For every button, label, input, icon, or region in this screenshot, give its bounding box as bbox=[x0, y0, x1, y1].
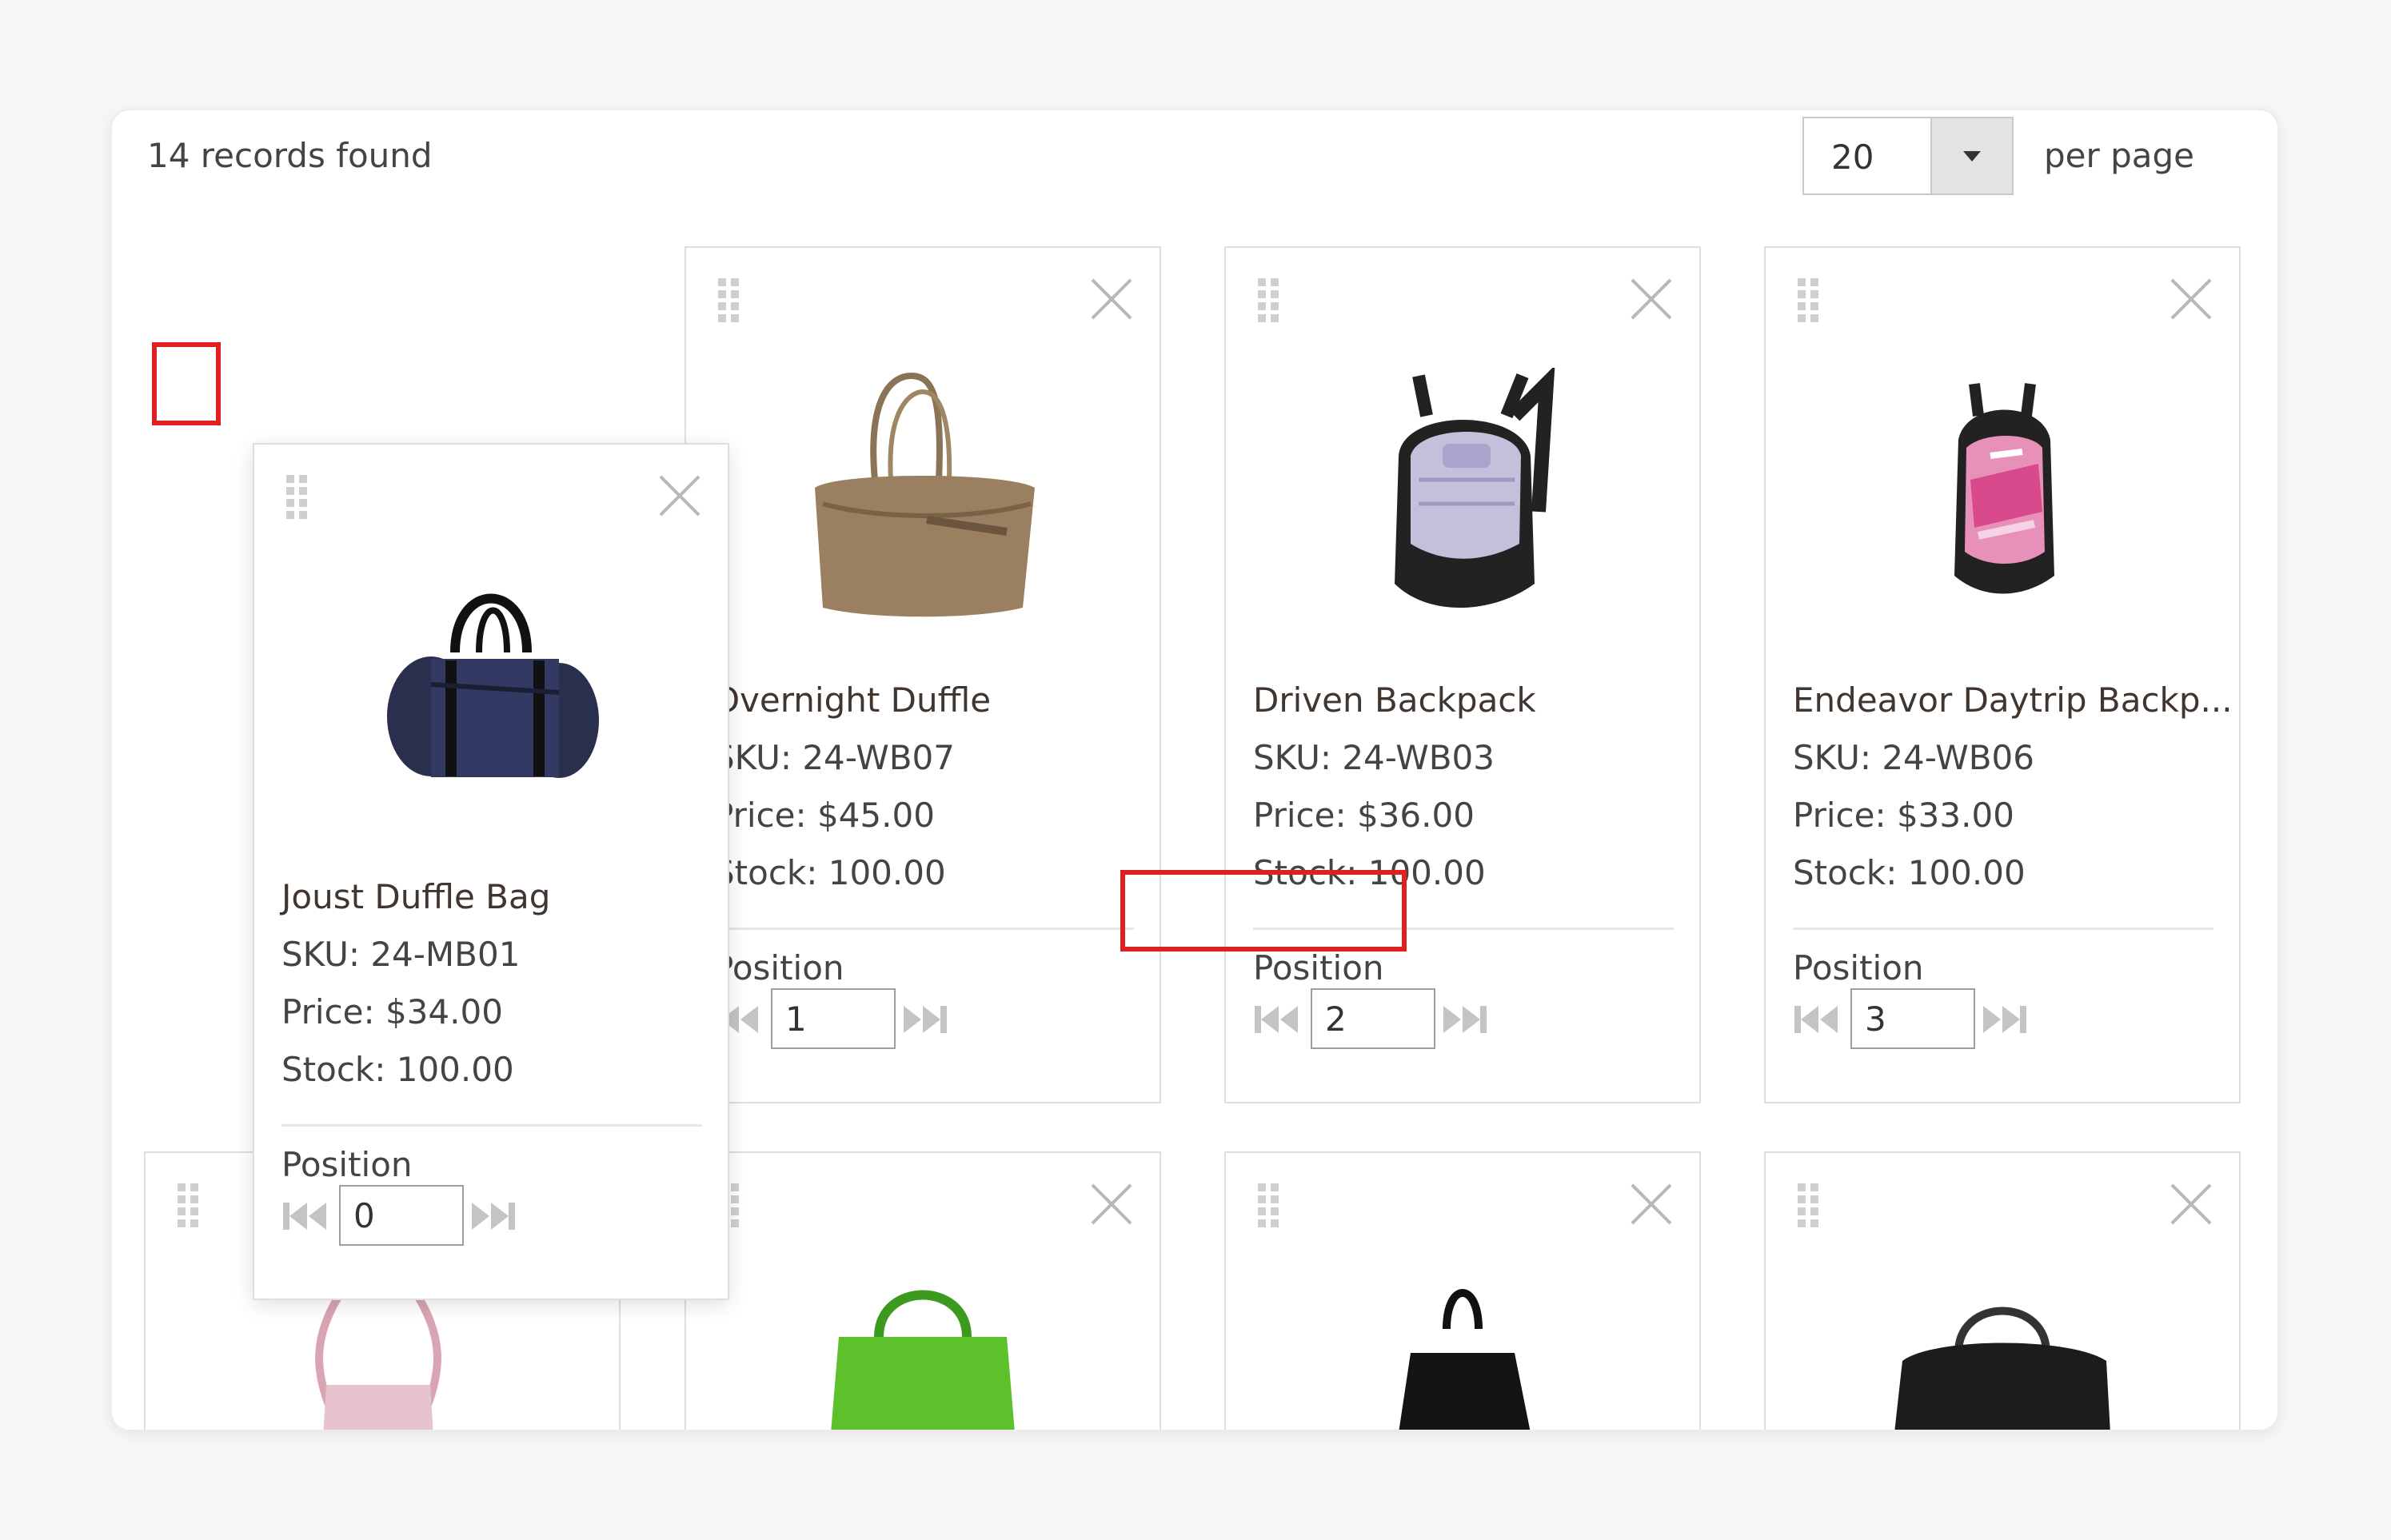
product-sku: SKU: 24-WB06 bbox=[1793, 738, 2034, 777]
records-count: 14 records found bbox=[147, 136, 433, 175]
product-image bbox=[815, 372, 1035, 617]
product-name: Endeavor Daytrip Backp... bbox=[1793, 680, 2233, 720]
divider bbox=[1793, 928, 2213, 930]
position-input[interactable]: 0 bbox=[339, 1185, 464, 1246]
drag-handle-icon[interactable] bbox=[1258, 1183, 1280, 1228]
drag-handle-icon[interactable] bbox=[286, 475, 309, 520]
drag-handle-icon[interactable] bbox=[1798, 278, 1820, 323]
product-stock: Stock: 100.00 bbox=[281, 1050, 514, 1089]
first-position-icon[interactable] bbox=[1253, 1003, 1299, 1036]
drag-handle-icon[interactable] bbox=[718, 278, 740, 323]
product-stock: Stock: 100.00 bbox=[1793, 853, 2026, 892]
product-price: Price: $36.00 bbox=[1253, 796, 1475, 835]
product-info: Driven Backpack SKU: 24-WB03 Price: $36.… bbox=[1253, 672, 1536, 902]
product-sku: SKU: 24-WB03 bbox=[1253, 738, 1495, 777]
position-control: 0 bbox=[281, 1185, 553, 1249]
position-label: Position bbox=[1253, 948, 1384, 987]
position-label: Position bbox=[713, 948, 844, 987]
product-sku: SKU: 24-MB01 bbox=[281, 935, 521, 974]
first-position-icon[interactable] bbox=[281, 1199, 328, 1233]
product-info: Joust Duffle Bag SKU: 24-MB01 Price: $34… bbox=[281, 868, 550, 1099]
drag-handle-icon[interactable] bbox=[178, 1183, 200, 1228]
product-card[interactable] bbox=[1764, 1151, 2241, 1430]
per-page-dropdown-button[interactable] bbox=[1930, 118, 2012, 193]
position-input[interactable]: 3 bbox=[1850, 988, 1975, 1049]
product-grid-panel: 14 records found 20 per page Overnight D… bbox=[110, 109, 2279, 1431]
product-price: Price: $45.00 bbox=[713, 796, 935, 835]
position-control-highlight bbox=[1120, 870, 1407, 952]
last-position-icon[interactable] bbox=[470, 1199, 517, 1233]
product-image bbox=[1894, 1307, 2110, 1430]
last-position-icon[interactable] bbox=[902, 1003, 948, 1036]
first-position-icon[interactable] bbox=[1793, 1003, 1839, 1036]
product-card[interactable] bbox=[1224, 1151, 1701, 1430]
close-icon[interactable] bbox=[1089, 1182, 1134, 1227]
drag-handle-icon[interactable] bbox=[1258, 278, 1280, 323]
product-image bbox=[1399, 1289, 1531, 1430]
position-control: 1 bbox=[713, 988, 985, 1052]
product-card[interactable]: Overnight Duffle SKU: 24-WB07 Price: $45… bbox=[685, 246, 1161, 1103]
product-price: Price: $33.00 bbox=[1793, 796, 2014, 835]
product-card[interactable] bbox=[685, 1151, 1161, 1430]
close-icon[interactable] bbox=[1089, 277, 1134, 321]
position-label: Position bbox=[281, 1145, 413, 1184]
close-icon[interactable] bbox=[2169, 1182, 2213, 1227]
divider bbox=[281, 1124, 702, 1127]
product-price: Price: $34.00 bbox=[281, 992, 503, 1031]
drag-handle-highlight bbox=[152, 342, 221, 425]
position-input[interactable]: 2 bbox=[1311, 988, 1435, 1049]
divider bbox=[713, 928, 1134, 930]
position-input[interactable]: 1 bbox=[771, 988, 896, 1049]
product-name: Overnight Duffle bbox=[713, 680, 992, 720]
per-page-label: per page bbox=[2044, 136, 2195, 175]
product-name: Joust Duffle Bag bbox=[281, 877, 551, 916]
product-card[interactable]: Driven Backpack SKU: 24-WB03 Price: $36.… bbox=[1224, 246, 1701, 1103]
product-image bbox=[1954, 383, 2054, 594]
product-name: Driven Backpack bbox=[1253, 680, 1536, 720]
product-image bbox=[315, 1295, 441, 1430]
per-page-value: 20 bbox=[1831, 138, 1874, 177]
position-control: 2 bbox=[1253, 988, 1525, 1052]
product-info: Endeavor Daytrip Backp... SKU: 24-WB06 P… bbox=[1793, 672, 2233, 902]
drag-handle-icon[interactable] bbox=[1798, 1183, 1820, 1228]
product-image bbox=[387, 593, 599, 778]
last-position-icon[interactable] bbox=[1442, 1003, 1488, 1036]
product-image bbox=[831, 1290, 1015, 1430]
dragged-product-card[interactable]: Joust Duffle Bag SKU: 24-MB01 Price: $34… bbox=[253, 443, 729, 1300]
product-sku: SKU: 24-WB07 bbox=[713, 738, 955, 777]
last-position-icon[interactable] bbox=[1982, 1003, 2028, 1036]
close-icon[interactable] bbox=[2169, 277, 2213, 321]
close-icon[interactable] bbox=[657, 473, 702, 518]
position-label: Position bbox=[1793, 948, 1924, 987]
per-page-select[interactable]: 20 bbox=[1802, 117, 2014, 195]
product-stock: Stock: 100.00 bbox=[713, 853, 946, 892]
product-info: Overnight Duffle SKU: 24-WB07 Price: $45… bbox=[713, 672, 991, 902]
position-control: 3 bbox=[1793, 988, 2065, 1052]
close-icon[interactable] bbox=[1629, 277, 1674, 321]
product-image bbox=[1395, 368, 1555, 608]
close-icon[interactable] bbox=[1629, 1182, 1674, 1227]
dropdown-arrow-icon bbox=[1963, 150, 1981, 162]
product-card[interactable]: Endeavor Daytrip Backp... SKU: 24-WB06 P… bbox=[1764, 246, 2241, 1103]
